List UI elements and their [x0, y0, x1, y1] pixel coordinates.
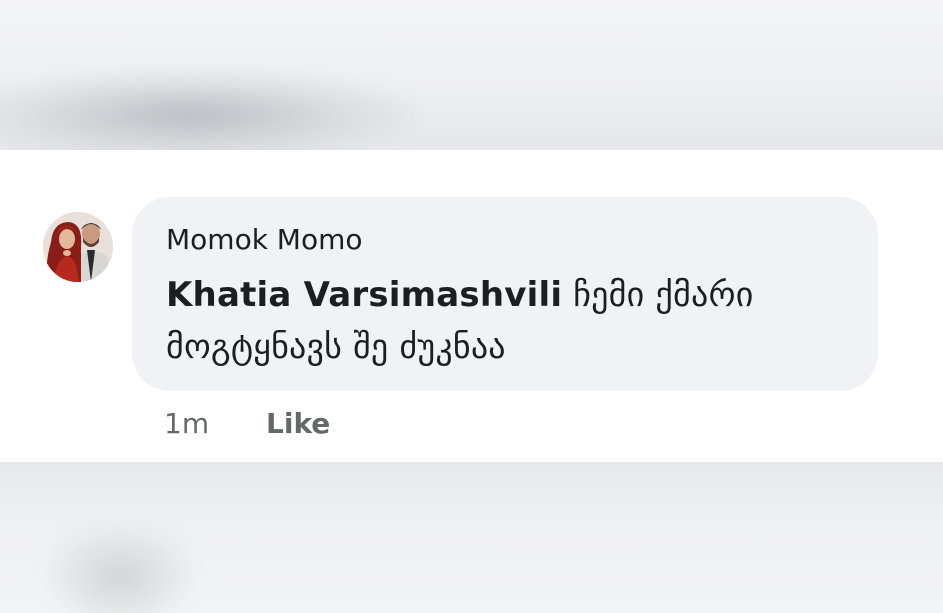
blurred-background-bottom — [0, 462, 943, 613]
blurred-shape — [40, 522, 200, 613]
blurred-background-top — [0, 0, 943, 150]
comment-container: Momok Momo Khatia Varsimashvili ჩემი ქმა… — [0, 150, 943, 462]
profile-photo-icon — [43, 212, 113, 282]
comment-bubble: Momok Momo Khatia Varsimashvili ჩემი ქმა… — [132, 197, 878, 391]
comment-text: Khatia Varsimashvili ჩემი ქმარი მოგტყნავ… — [166, 269, 856, 373]
blurred-shape — [0, 70, 420, 150]
comment-timestamp[interactable]: 1m — [164, 404, 209, 444]
avatar[interactable] — [43, 212, 113, 282]
comment-meta: 1m Like — [164, 404, 330, 444]
mention-link[interactable]: Khatia Varsimashvili — [166, 275, 562, 315]
like-button[interactable]: Like — [266, 404, 330, 444]
comment-author[interactable]: Momok Momo — [166, 222, 363, 258]
